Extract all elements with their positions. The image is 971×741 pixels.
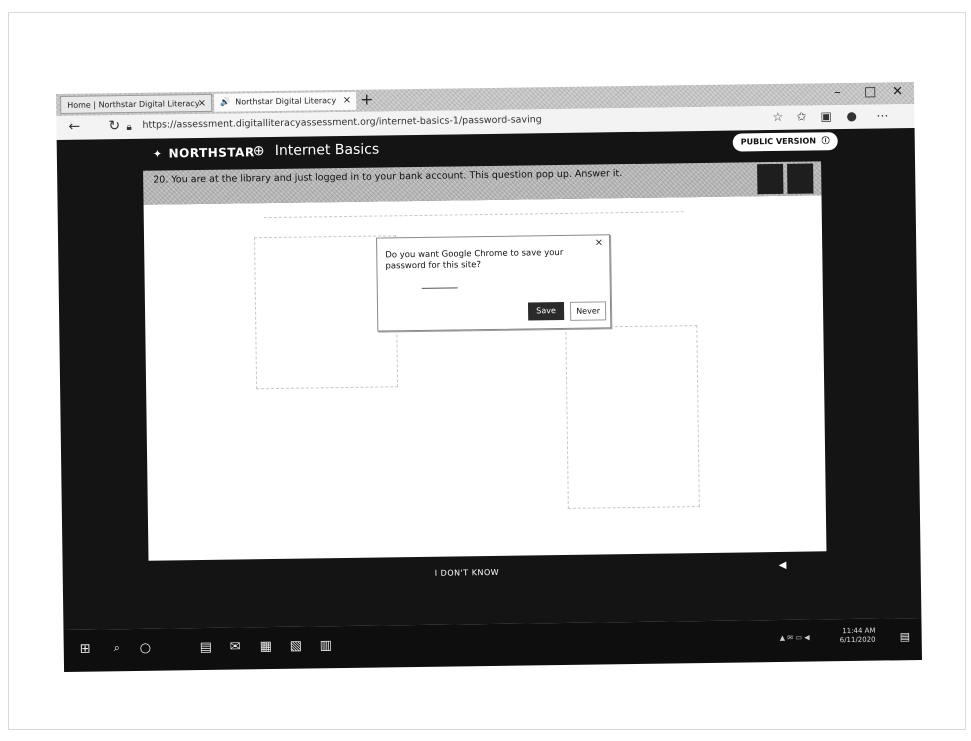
public-version-badge[interactable]: PUBLIC VERSION ⓘ [732,132,838,152]
faded-line [263,211,684,220]
logo-text: NORTHSTAR [168,145,255,161]
maximize-icon[interactable]: □ [864,85,877,101]
word-icon[interactable]: ▦ [260,639,273,654]
question-text: 20. You are at the library and just logg… [153,168,623,186]
speaker-icon: 🔊 [220,97,233,107]
profile-icon[interactable]: ● [846,109,857,123]
course-title: Internet Basics [274,141,380,159]
public-version-label: PUBLIC VERSION [740,136,817,147]
audio-button[interactable] [757,163,784,195]
tab-label: Northstar Digital Literacy [235,96,337,107]
mail-icon[interactable]: ✉ [230,639,241,654]
monitor-screen: Home | Northstar Digital Literacy × 🔊 No… [56,82,922,672]
new-tab-button[interactable]: + [360,90,374,109]
more-icon[interactable]: ⋯ [876,108,888,122]
windows-start-icon[interactable]: ⊞ [80,642,91,657]
publisher-icon[interactable]: ▧ [290,639,303,654]
tab-label: Home | Northstar Digital Literacy [67,99,200,110]
dont-know-button[interactable]: I DON'T KNOW [435,568,500,578]
clock[interactable]: 11:44 AM 6/11/2020 [840,627,876,645]
search-icon[interactable]: ⌕ [114,641,120,655]
dialog-message: Do you want Google Chrome to save your p… [385,247,564,272]
simulation-area: × Do you want Google Chrome to save your… [143,195,827,561]
speaker-icon[interactable]: ◀ [779,560,787,571]
northstar-logo[interactable]: ✦ NORTHSTAR [153,145,255,160]
help-button[interactable] [787,163,814,194]
close-window-icon[interactable]: ✕ [892,84,903,100]
lock-icon: 🔒︎ [126,121,132,134]
save-password-dialog: × Do you want Google Chrome to save your… [376,234,612,332]
favorite-icon[interactable]: ☆ [772,110,783,124]
never-button[interactable]: Never [569,301,607,321]
masked-password [421,287,458,289]
clock-date: 6/11/2020 [839,635,876,645]
refresh-icon[interactable]: ↻ [108,118,120,134]
page-area: ✦ NORTHSTAR ⊕ Internet Basics PUBLIC VERS… [56,128,922,630]
store-icon[interactable]: ▤ [200,640,213,655]
close-tab-icon[interactable]: × [343,92,352,110]
url-field[interactable]: https://assessment.digitalliteracyassess… [142,114,541,131]
tab-northstar-assessment[interactable]: 🔊 Northstar Digital Literacy × [214,91,357,112]
close-tab-icon[interactable]: × [198,95,207,113]
minimize-icon[interactable]: – [834,85,841,101]
save-button[interactable]: Save [527,301,565,321]
collections-icon[interactable]: ▣ [820,109,832,123]
faded-panel [565,325,700,509]
favorites-list-icon[interactable]: ✩ [796,110,806,124]
back-arrow-icon[interactable]: ← [68,119,80,135]
system-tray[interactable]: ▲ ✉ ▭ ◀ [780,634,810,642]
cortana-icon[interactable]: ○ [140,641,152,656]
compass-star-icon: ✦ [152,147,163,161]
globe-icon: ⊕ [252,143,265,160]
tab-northstar-home[interactable]: Home | Northstar Digital Literacy × [60,93,213,114]
calculator-icon[interactable]: ▥ [320,638,333,653]
notifications-icon[interactable]: ▤ [900,630,911,643]
info-icon: ⓘ [818,136,830,146]
